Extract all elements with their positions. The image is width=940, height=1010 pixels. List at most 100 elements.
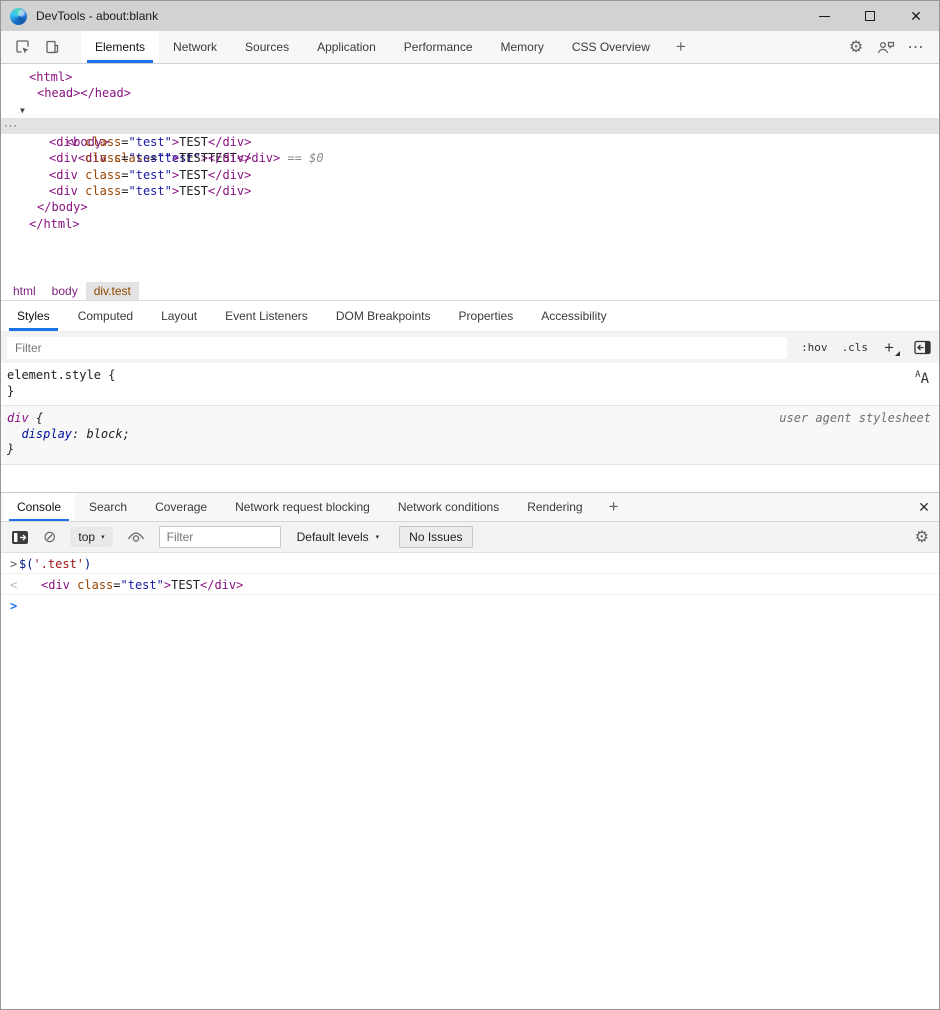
levels-label: Default levels [297, 530, 369, 544]
tab-sources[interactable]: Sources [231, 31, 303, 63]
tab-network-request-blocking[interactable]: Network request blocking [221, 493, 384, 521]
console-settings-button[interactable]: ⚙ [915, 527, 929, 547]
toggle-element-classes-button[interactable]: .cls [842, 341, 869, 354]
more-drawer-tabs-button[interactable]: + [597, 493, 631, 521]
sidebar-toggle-icon [914, 340, 931, 355]
dom-node-div[interactable]: <div class="test">TEST</div> [1, 183, 939, 199]
result-text: <div class="test">TEST</div> [19, 578, 243, 592]
maximize-icon [865, 11, 875, 21]
new-style-rule-button[interactable]: + [884, 338, 900, 358]
gear-icon: ⚙ [849, 37, 863, 57]
tab-search[interactable]: Search [75, 493, 141, 521]
tab-performance[interactable]: Performance [390, 31, 487, 63]
console-toolbar: ⊘ top ▾ Default levels ▾ No Issues ⚙ [1, 522, 939, 553]
tab-memory[interactable]: Memory [487, 31, 558, 63]
dom-node-div[interactable]: <div class="test">TEST</div> [1, 167, 939, 183]
maximize-button[interactable] [847, 1, 893, 31]
console-prompt-row[interactable]: > [1, 595, 939, 616]
more-dots-icon: ⋯ [908, 37, 925, 57]
css-rule-line: } [7, 384, 933, 400]
stylesheet-origin-label: user agent stylesheet [779, 411, 931, 425]
breadcrumb-body[interactable]: body [44, 282, 86, 300]
styles-filter-input[interactable] [7, 337, 787, 359]
toggle-computed-sidebar-button[interactable] [914, 340, 931, 355]
title-bar: DevTools - about:blank ✕ [1, 1, 939, 31]
device-toolbar-button[interactable] [37, 31, 67, 63]
dom-node-head[interactable]: <head></head> [1, 85, 939, 101]
dom-node-div[interactable]: <div class="test">TEST</div> [1, 134, 939, 150]
user-agent-style-rule[interactable]: div { display: block; } user agent style… [1, 406, 939, 465]
clear-icon: ⊘ [43, 527, 56, 547]
close-icon: ✕ [910, 9, 922, 23]
tab-elements[interactable]: Elements [81, 31, 159, 63]
console-drawer: Console Search Coverage Network request … [1, 492, 939, 1009]
dom-node-div[interactable]: <div class="test">TEST</div> [1, 150, 939, 166]
tab-computed[interactable]: Computed [64, 301, 147, 331]
tab-styles[interactable]: Styles [3, 301, 64, 331]
tab-console[interactable]: Console [3, 493, 75, 521]
breadcrumb-html[interactable]: html [5, 282, 44, 300]
tab-dom-breakpoints[interactable]: DOM Breakpoints [322, 301, 445, 331]
command-chevron-icon: > [1, 557, 19, 571]
elements-tree: <html> <head></head> ▼ <body> ··· <div c… [1, 65, 939, 281]
styles-tab-strip: Styles Computed Layout Event Listeners D… [1, 301, 939, 332]
more-options-button[interactable]: ⋯ [901, 37, 931, 57]
dom-node-html-close[interactable]: </html> [1, 216, 939, 232]
drawer-tab-strip: Console Search Coverage Network request … [1, 493, 939, 522]
minimize-button[interactable] [801, 1, 847, 31]
dom-node-body-close[interactable]: </body> [1, 199, 939, 215]
command-text: $('.test') [19, 557, 91, 571]
chevron-down-icon: ▾ [376, 533, 380, 541]
console-filter-input[interactable] [159, 526, 281, 548]
tab-rendering[interactable]: Rendering [513, 493, 596, 521]
styles-pane: element.style { } AA div { display: bloc… [1, 363, 939, 493]
clear-console-button[interactable]: ⊘ [43, 527, 56, 547]
settings-button[interactable]: ⚙ [841, 37, 871, 57]
minimize-icon [819, 16, 830, 17]
css-rule-line: } [7, 442, 933, 458]
console-command-row[interactable]: > $('.test') [1, 553, 939, 574]
more-tabs-button[interactable]: + [664, 31, 698, 63]
device-toolbar-icon [44, 39, 61, 56]
javascript-context-selector[interactable]: top ▾ [70, 527, 112, 547]
tab-accessibility[interactable]: Accessibility [527, 301, 620, 331]
inspect-element-button[interactable] [7, 31, 37, 63]
main-toolbar: Elements Network Sources Application Per… [1, 31, 939, 64]
tab-application[interactable]: Application [303, 31, 390, 63]
issues-counter[interactable]: No Issues [399, 526, 472, 548]
tab-network[interactable]: Network [159, 31, 231, 63]
element-style-rule[interactable]: element.style { } AA [1, 363, 939, 406]
tab-event-listeners[interactable]: Event Listeners [211, 301, 322, 331]
breadcrumb: html body div.test [1, 281, 939, 301]
edge-logo-icon [10, 8, 27, 25]
close-drawer-button[interactable]: ✕ [909, 493, 939, 521]
tab-properties[interactable]: Properties [445, 301, 528, 331]
console-sidebar-toggle-button[interactable] [11, 530, 29, 545]
toolbar-right-actions: ⚙ ⋯ [841, 31, 939, 63]
result-chevron-icon: < [1, 578, 19, 592]
dom-node-html-open[interactable]: <html> [1, 69, 939, 85]
chevron-down-icon: ▾ [101, 533, 105, 541]
close-button[interactable]: ✕ [893, 1, 939, 31]
devtools-window: DevTools - about:blank ✕ Elements Networ… [0, 0, 940, 1010]
css-rule-line: display: block; [7, 427, 933, 443]
feedback-button[interactable] [871, 39, 901, 55]
toggle-pseudo-state-button[interactable]: :hov [801, 341, 828, 354]
create-live-expression-button[interactable] [127, 531, 145, 544]
expand-arrow-icon[interactable]: ▼ [20, 103, 25, 119]
node-actions-dots-icon[interactable]: ··· [4, 118, 18, 134]
font-editor-icon[interactable]: AA [915, 371, 929, 386]
tab-layout[interactable]: Layout [147, 301, 211, 331]
eye-icon [127, 531, 145, 544]
gear-icon: ⚙ [915, 527, 929, 547]
styles-filter-bar: :hov .cls + [1, 332, 939, 363]
tab-css-overview[interactable]: CSS Overview [558, 31, 664, 63]
log-levels-dropdown[interactable]: Default levels ▾ [297, 530, 380, 544]
console-result-row[interactable]: < <div class="test">TEST</div> [1, 574, 939, 595]
tab-coverage[interactable]: Coverage [141, 493, 221, 521]
prompt-chevron-icon: > [1, 599, 19, 613]
breadcrumb-div-test[interactable]: div.test [86, 282, 139, 300]
tab-network-conditions[interactable]: Network conditions [384, 493, 513, 521]
dom-node-div-selected[interactable]: ··· <div class="test">TEST</div> == $0 [1, 118, 939, 134]
dom-node-body-open[interactable]: ▼ <body> [1, 102, 939, 118]
